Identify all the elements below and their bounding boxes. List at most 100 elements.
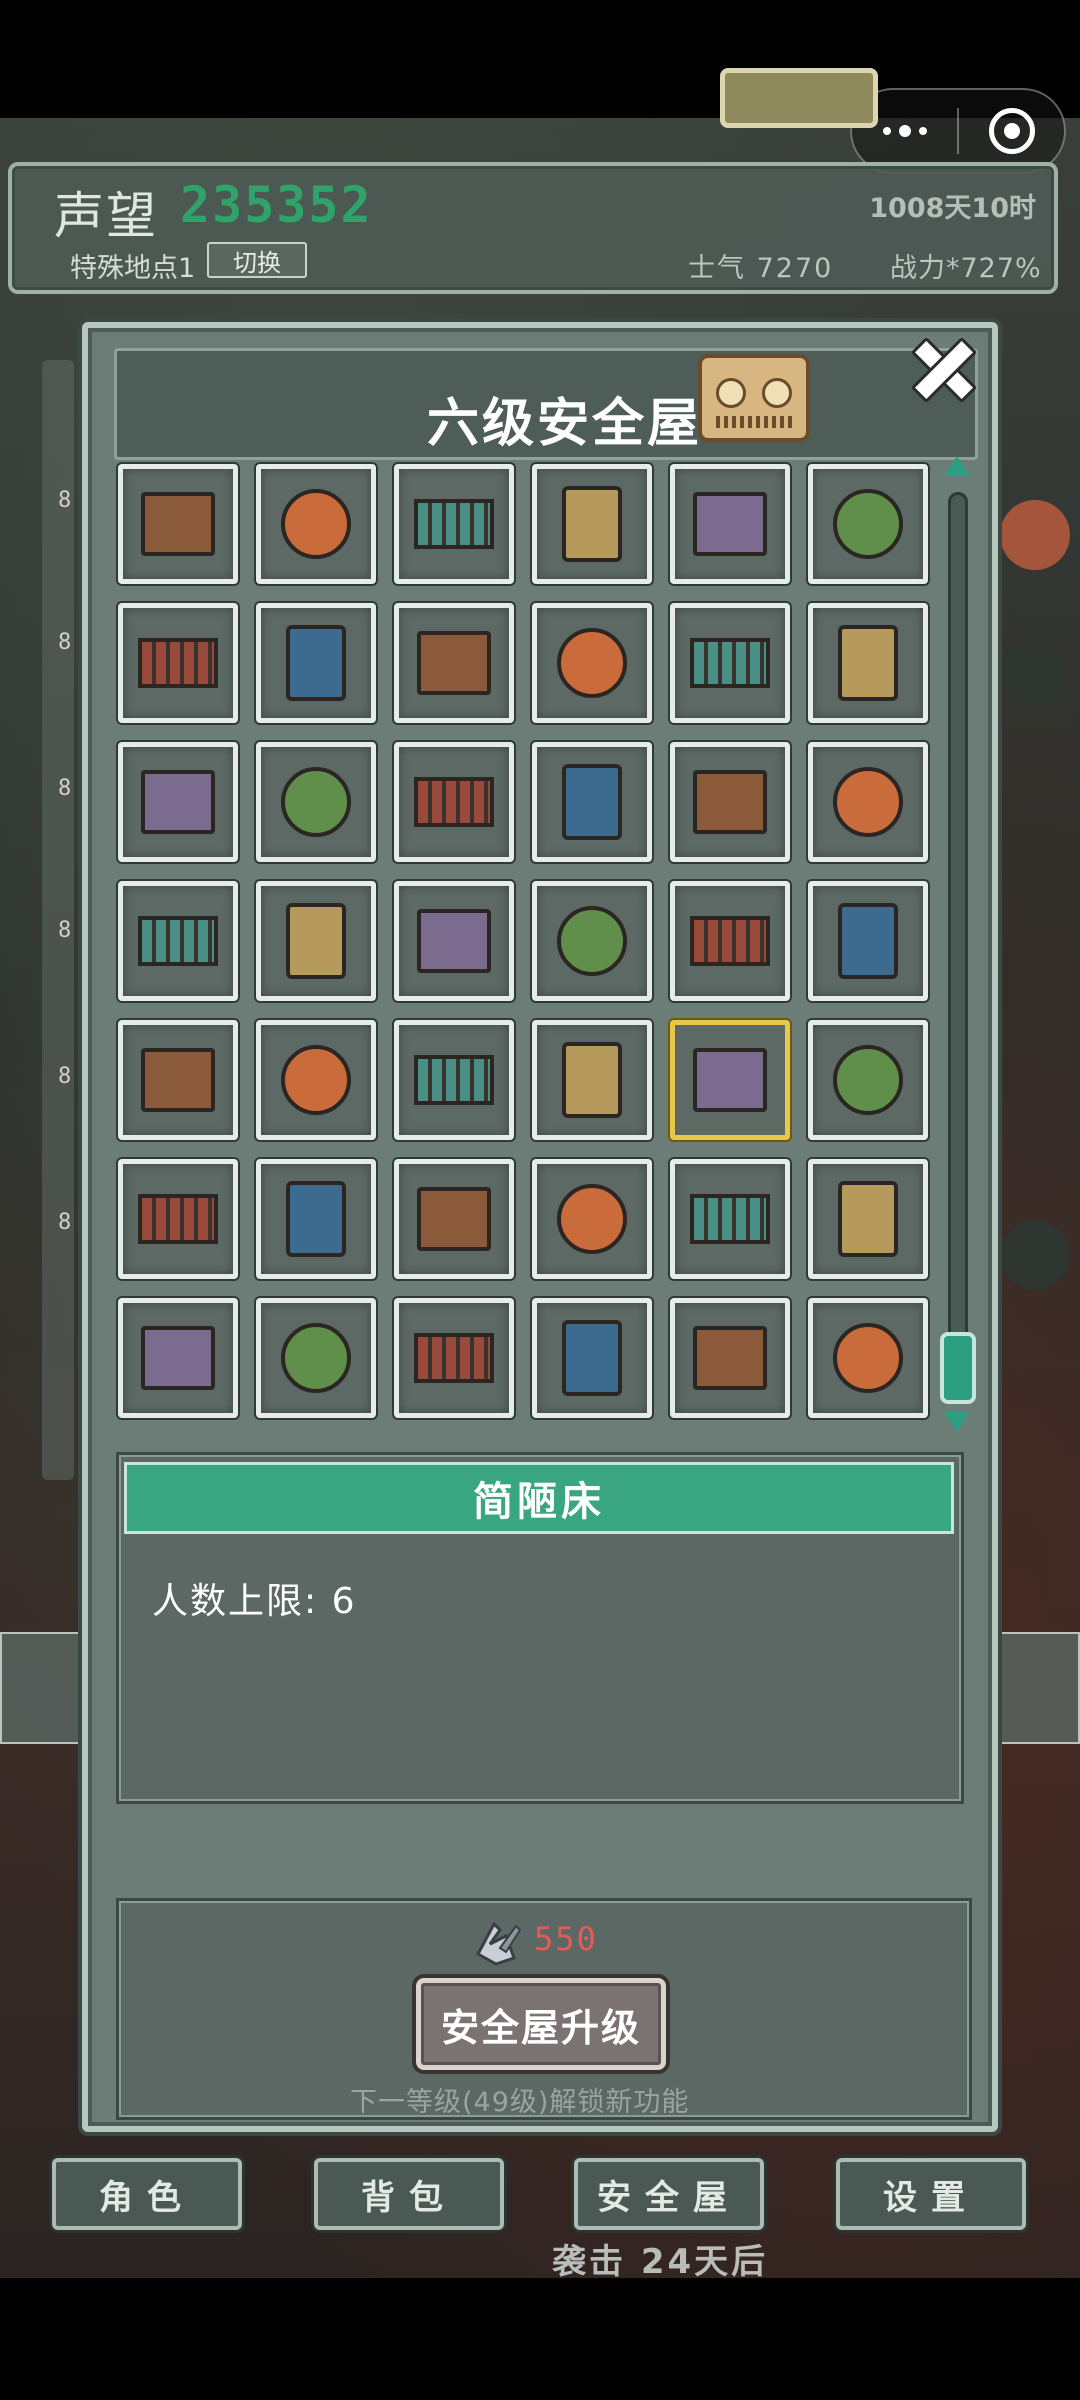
planter-box-icon <box>690 1194 770 1244</box>
furniture-slot[interactable] <box>808 1159 928 1279</box>
bookshelf-icon <box>562 1042 622 1118</box>
double-bed-icon <box>838 903 898 979</box>
target-icon <box>988 108 1035 154</box>
furniture-slot[interactable] <box>532 1020 652 1140</box>
canopy-bed-icon <box>414 1333 494 1383</box>
furniture-slot[interactable] <box>670 464 790 584</box>
furniture-slot[interactable] <box>256 1020 376 1140</box>
scroll-track[interactable] <box>948 492 968 1392</box>
wooden-shelf-icon <box>417 1187 491 1251</box>
furniture-slot[interactable] <box>256 464 376 584</box>
game-controller-icon <box>286 1181 346 1257</box>
furniture-slot[interactable] <box>118 742 238 862</box>
title-decor-bar <box>720 68 878 128</box>
left-side-number: 8 <box>58 776 72 801</box>
furniture-slot[interactable] <box>256 603 376 723</box>
right-edge-panel <box>1000 1632 1080 1744</box>
furniture-slot[interactable] <box>394 1298 514 1418</box>
left-side-number: 8 <box>58 1210 72 1235</box>
furniture-slot[interactable] <box>670 1159 790 1279</box>
furniture-slot[interactable] <box>394 464 514 584</box>
right-side-marker <box>1000 640 1070 710</box>
garden-planter-icon <box>833 489 903 559</box>
furniture-slot[interactable] <box>256 1298 376 1418</box>
radio-icon <box>698 354 810 442</box>
kitchen-counter-icon <box>138 638 218 688</box>
round-dining-icon <box>138 1194 218 1244</box>
day-time: 1008天10时 <box>869 193 1036 224</box>
furniture-slot[interactable] <box>118 603 238 723</box>
furniture-slot[interactable] <box>808 464 928 584</box>
furniture-slot[interactable] <box>808 1020 928 1140</box>
furniture-slot[interactable] <box>118 1020 238 1140</box>
item-capacity: 人数上限: 6 <box>152 1581 357 1622</box>
generator-machine-icon <box>141 1048 215 1112</box>
long-dining-icon <box>833 1323 903 1393</box>
brown-rug-icon <box>414 499 494 549</box>
scroll-down-icon[interactable] <box>944 1412 970 1432</box>
morale-value: 士气 7270 <box>688 253 834 284</box>
furniture-slot[interactable] <box>670 881 790 1001</box>
retro-tv-icon <box>141 1326 215 1390</box>
furniture-slot[interactable] <box>118 1298 238 1418</box>
piano-icon <box>833 767 903 837</box>
furniture-slot[interactable] <box>670 1298 790 1418</box>
bottom-bar <box>0 2278 1080 2400</box>
furniture-slot[interactable] <box>118 464 238 584</box>
scroll-up-icon[interactable] <box>944 456 970 476</box>
status-bar: 声望 235352 1008天10时 特殊地点1 切换 士气 7270 战力*7… <box>8 162 1058 294</box>
teal-desk-icon <box>838 1181 898 1257</box>
nav-bag-button[interactable]: 背包 <box>314 2158 504 2230</box>
nav-role-button[interactable]: 角色 <box>52 2158 242 2230</box>
simple-bed-icon <box>693 1048 767 1112</box>
furniture-slot[interactable] <box>532 1298 652 1418</box>
purple-cushion-icon <box>286 903 346 979</box>
more-dots-icon <box>882 125 927 137</box>
furniture-slot[interactable] <box>394 603 514 723</box>
furniture-slot[interactable] <box>670 603 790 723</box>
furniture-slot[interactable] <box>532 603 652 723</box>
furniture-slot[interactable] <box>394 1159 514 1279</box>
furniture-slot[interactable] <box>808 603 928 723</box>
furniture-slot[interactable] <box>394 881 514 1001</box>
right-side-marker <box>1000 500 1070 570</box>
scroll-thumb[interactable] <box>940 1332 976 1404</box>
display-crate-icon <box>281 1323 351 1393</box>
furniture-slot[interactable] <box>808 881 928 1001</box>
yellow-blanket-icon <box>414 777 494 827</box>
furniture-slot[interactable] <box>532 1159 652 1279</box>
furniture-slot[interactable] <box>394 1020 514 1140</box>
furniture-slot[interactable] <box>532 464 652 584</box>
nav-safehouse-button[interactable]: 安全屋 <box>574 2158 764 2230</box>
left-side-number: 8 <box>58 1064 72 1089</box>
basketball-icon <box>286 625 346 701</box>
furniture-slot[interactable] <box>532 742 652 862</box>
reputation-label: 声望 <box>54 187 158 245</box>
upgrade-button[interactable]: 安全屋升级 <box>416 1978 666 2070</box>
teal-mat-icon <box>562 486 622 562</box>
furniture-slot[interactable] <box>256 1159 376 1279</box>
furniture-slot[interactable] <box>118 1159 238 1279</box>
furniture-slot[interactable] <box>256 742 376 862</box>
furniture-slot[interactable] <box>808 1298 928 1418</box>
exit-button[interactable] <box>959 90 1064 172</box>
left-side-number: 8 <box>58 918 72 943</box>
lab-counter-icon <box>833 1045 903 1115</box>
panel-title: 六级安全屋 <box>427 394 703 454</box>
furniture-slot[interactable] <box>118 881 238 1001</box>
air-vent-icon <box>417 631 491 695</box>
furniture-slot[interactable] <box>394 742 514 862</box>
furniture-slot[interactable] <box>532 881 652 1001</box>
item-name: 简陋床 <box>124 1462 954 1534</box>
furniture-slot[interactable] <box>670 1020 790 1140</box>
aquarium-desk-icon <box>138 916 218 966</box>
next-level-hint: 下一等级(49级)解锁新功能 <box>350 2087 690 2118</box>
furniture-slot[interactable] <box>256 881 376 1001</box>
radio-icon <box>281 767 351 837</box>
furniture-slot[interactable] <box>808 742 928 862</box>
switch-button[interactable]: 切换 <box>207 242 307 278</box>
nav-settings-button[interactable]: 设置 <box>836 2158 1026 2230</box>
close-icon[interactable] <box>906 332 976 402</box>
rusty-bench-icon <box>693 492 767 556</box>
furniture-slot[interactable] <box>670 742 790 862</box>
